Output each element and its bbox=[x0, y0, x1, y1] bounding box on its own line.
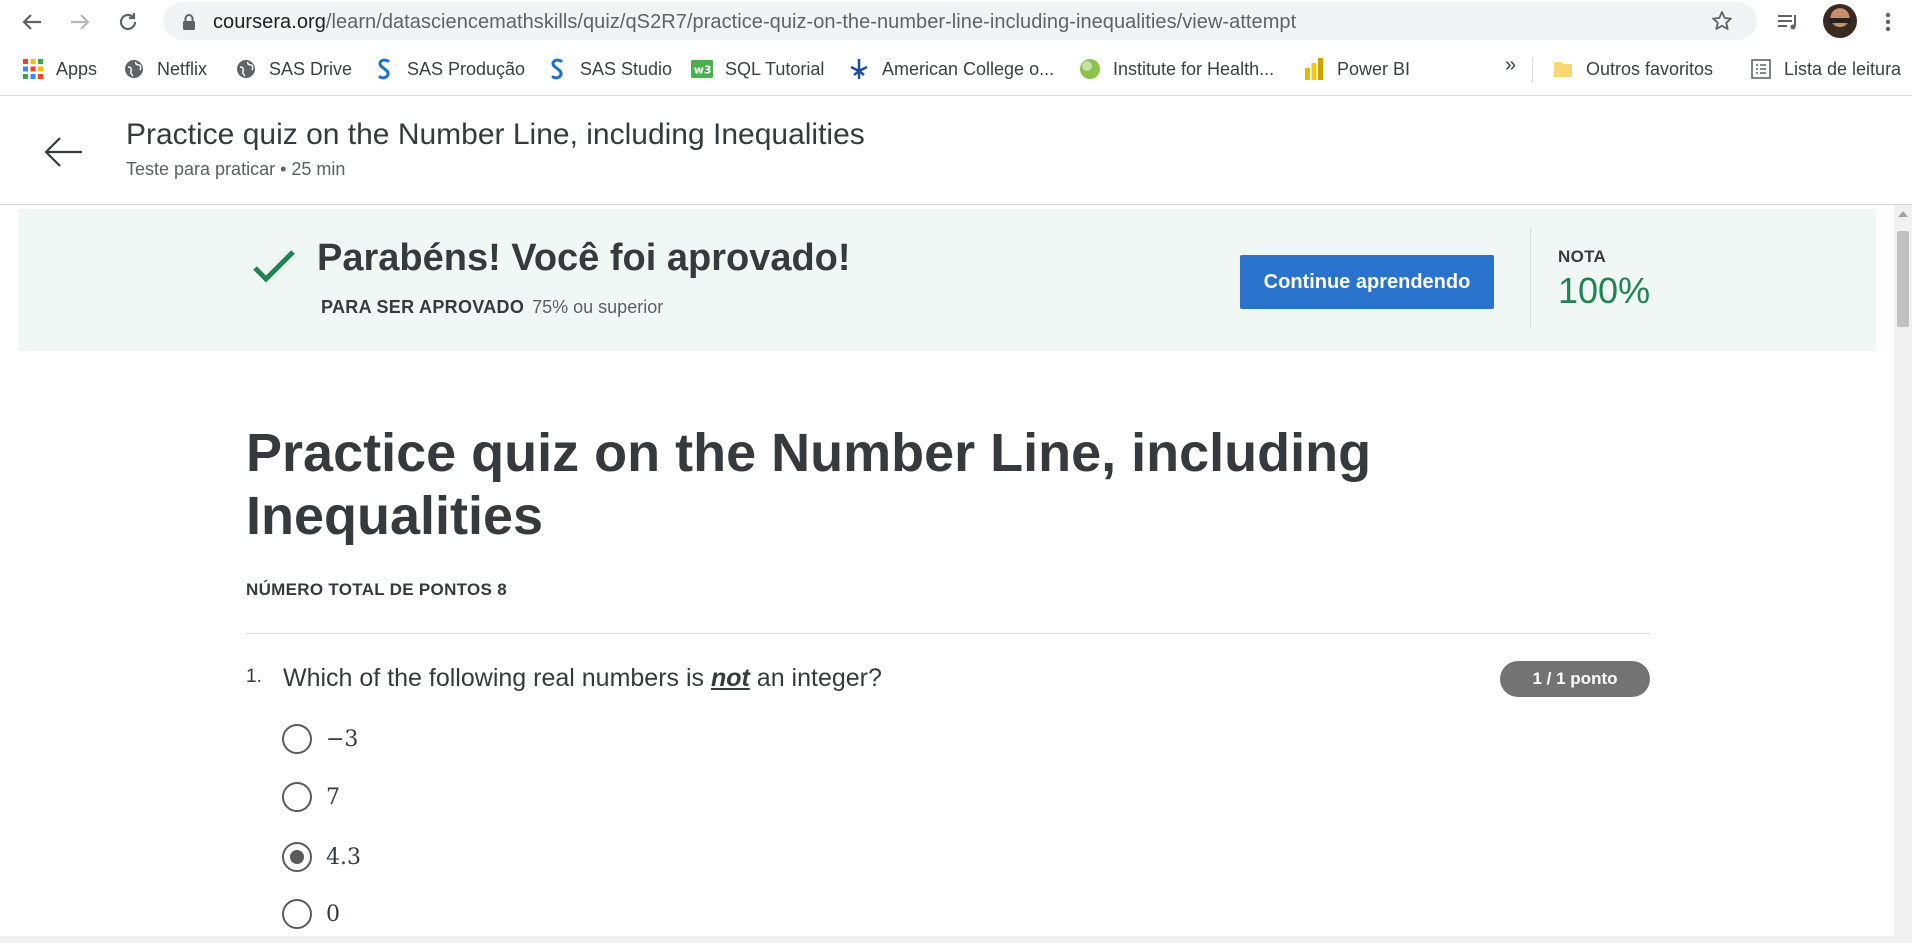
scrollbar-thumb[interactable] bbox=[1897, 231, 1909, 327]
browser-toolbar: coursera.org/learn/datasciencemathskills… bbox=[0, 0, 1912, 44]
radio-button[interactable] bbox=[282, 724, 312, 754]
answer-option-label: 0 bbox=[326, 901, 340, 927]
address-bar[interactable]: coursera.org/learn/datasciencemathskills… bbox=[163, 2, 1757, 40]
bookmark-label: Outros favoritos bbox=[1586, 58, 1714, 79]
acsm-icon bbox=[848, 58, 870, 80]
ihme-icon bbox=[1079, 58, 1101, 80]
back-arrow-icon[interactable] bbox=[40, 128, 88, 176]
section-divider bbox=[246, 633, 1650, 634]
apps-grid-icon bbox=[22, 58, 44, 80]
bookmark-sas-studio[interactable]: SAS Studio bbox=[546, 54, 672, 84]
forward-icon[interactable] bbox=[64, 6, 96, 38]
bookmark-sql-tutorial[interactable]: w3 SQL Tutorial bbox=[691, 54, 824, 84]
total-points-value: 8 bbox=[497, 580, 507, 599]
answer-option-label: 7 bbox=[326, 784, 340, 810]
bookmark-label: SAS Studio bbox=[580, 58, 673, 79]
answer-option[interactable]: 0 bbox=[282, 898, 340, 930]
question-points-badge: 1 / 1 ponto bbox=[1500, 661, 1650, 697]
grade-divider bbox=[1530, 227, 1531, 329]
bookmark-star-icon[interactable] bbox=[1711, 10, 1733, 37]
radio-button[interactable] bbox=[282, 899, 312, 929]
answer-option[interactable]: 7 bbox=[282, 781, 340, 813]
quiz-title: Practice quiz on the Number Line, includ… bbox=[246, 423, 1372, 546]
profile-avatar[interactable] bbox=[1823, 4, 1857, 38]
sas-icon bbox=[373, 58, 395, 80]
bookmark-label: Netflix bbox=[157, 58, 208, 79]
answer-option[interactable]: 4.3 bbox=[282, 841, 361, 873]
lock-icon bbox=[182, 14, 196, 35]
more-menu-icon[interactable] bbox=[1872, 6, 1904, 38]
checkmark-icon bbox=[251, 244, 297, 290]
answer-option-label: 4.3 bbox=[326, 844, 361, 870]
bookmark-label: American College o... bbox=[882, 58, 1055, 79]
bookmark-label: SAS Drive bbox=[269, 58, 353, 79]
grade-value: 100% bbox=[1558, 270, 1651, 311]
w3-icon: w3 bbox=[691, 58, 713, 80]
reading-list-button[interactable]: Lista de leitura bbox=[1750, 54, 1901, 84]
bookmark-label: Power BI bbox=[1337, 58, 1411, 79]
media-queue-icon[interactable] bbox=[1772, 6, 1804, 38]
question-text-emphasis: not bbox=[710, 664, 750, 692]
page-header: Practice quiz on the Number Line, includ… bbox=[0, 96, 1912, 205]
bookmark-netflix[interactable]: Netflix bbox=[123, 54, 207, 84]
bookmark-power-bi[interactable]: Power BI bbox=[1303, 54, 1410, 84]
pass-requirement: PARA SER APROVADO 75% ou superior bbox=[321, 297, 663, 318]
reading-list-icon bbox=[1750, 58, 1772, 80]
result-banner: Parabéns! Você foi aprovado! PARA SER AP… bbox=[18, 209, 1876, 351]
question-text: Which of the following real numbers is n… bbox=[283, 664, 882, 693]
total-points-label: NÚMERO TOTAL DE PONTOS bbox=[246, 580, 493, 599]
bookmark-label: SAS Produção bbox=[407, 58, 526, 79]
question-text-end: an integer? bbox=[749, 664, 882, 692]
pass-title: Parabéns! Você foi aprovado! bbox=[317, 237, 851, 279]
powerbi-icon bbox=[1303, 58, 1325, 80]
horizontal-scrollbar[interactable] bbox=[0, 936, 1894, 943]
grade-label: NOTA bbox=[1558, 247, 1607, 266]
globe-icon bbox=[123, 58, 145, 80]
svg-text:w3: w3 bbox=[694, 64, 712, 77]
continue-learning-button[interactable]: Continue aprendendo bbox=[1240, 255, 1494, 309]
bookmark-label: Institute for Health... bbox=[1113, 58, 1275, 79]
globe-icon bbox=[235, 58, 257, 80]
question-number: 1. bbox=[246, 666, 262, 687]
total-points: NÚMERO TOTAL DE PONTOS 8 bbox=[246, 580, 507, 600]
bookmark-apps[interactable]: Apps bbox=[22, 54, 97, 84]
sas-icon bbox=[546, 58, 568, 80]
pass-requirement-label: PARA SER APROVADO bbox=[321, 297, 525, 317]
back-icon[interactable] bbox=[16, 6, 48, 38]
bookmark-other-favorites[interactable]: Outros favoritos bbox=[1552, 54, 1713, 84]
radio-button[interactable] bbox=[282, 782, 312, 812]
bookmark-american-college[interactable]: American College o... bbox=[848, 54, 1054, 84]
folder-icon bbox=[1552, 58, 1574, 80]
bookmark-label: Apps bbox=[56, 58, 98, 79]
answer-option[interactable]: −3 bbox=[282, 723, 358, 755]
url-text: coursera.org/learn/datasciencemathskills… bbox=[213, 11, 1297, 33]
bookmark-label: SQL Tutorial bbox=[725, 58, 825, 79]
bookmarks-bar: Apps Netflix SAS Drive SAS Produção SAS … bbox=[0, 44, 1912, 96]
answer-option-label: −3 bbox=[326, 726, 359, 752]
bookmark-ihme[interactable]: Institute for Health... bbox=[1079, 54, 1274, 84]
bookmark-sas-producao[interactable]: SAS Produção bbox=[373, 54, 525, 84]
scroll-up-arrow-icon[interactable] bbox=[1898, 211, 1908, 217]
page-title: Practice quiz on the Number Line, includ… bbox=[126, 118, 865, 151]
reload-icon[interactable] bbox=[112, 6, 144, 38]
bookmark-label: Lista de leitura bbox=[1784, 58, 1902, 79]
question-text-start: Which of the following real numbers is bbox=[283, 664, 711, 692]
bookmark-sas-drive[interactable]: SAS Drive bbox=[235, 54, 352, 84]
bookmarks-overflow-button[interactable]: » bbox=[1505, 54, 1516, 77]
page-subtitle: Teste para praticar • 25 min bbox=[126, 159, 346, 179]
bookmarks-divider bbox=[1532, 58, 1533, 82]
vertical-scrollbar[interactable] bbox=[1894, 205, 1912, 943]
pass-requirement-value: 75% ou superior bbox=[532, 297, 664, 317]
radio-button-selected[interactable] bbox=[282, 842, 312, 872]
